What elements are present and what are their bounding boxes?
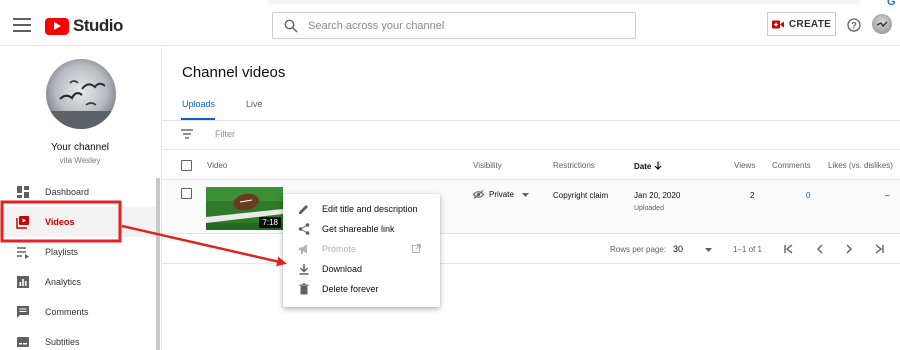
account-avatar[interactable] (872, 14, 892, 34)
comments-value[interactable]: 0 (806, 191, 810, 200)
menu-item-download[interactable]: Download (283, 259, 440, 279)
main-content: Channel videos Uploads Live Filter Video… (162, 47, 900, 350)
rows-per-page-label: Rows per page: (610, 245, 667, 254)
analytics-icon (17, 276, 29, 288)
page-title: Channel videos (182, 64, 286, 81)
select-all-checkbox[interactable] (181, 160, 192, 171)
avatar-bird-icon (876, 21, 888, 28)
filter-bar[interactable]: Filter (162, 121, 900, 150)
sidebar-item-label: Analytics (45, 277, 82, 287)
dashboard-icon (17, 186, 29, 198)
sort-down-arrow-icon (654, 161, 662, 170)
sidebar-item-playlists[interactable]: Playlists (0, 237, 156, 267)
previous-page-icon[interactable] (813, 242, 827, 256)
videos-icon (16, 216, 29, 229)
share-icon (298, 223, 310, 235)
sidebar-item-label: Playlists (45, 247, 79, 257)
video-duration: 7:18 (259, 217, 281, 228)
restrictions-value[interactable]: Copyright claim (553, 191, 608, 200)
filter-icon[interactable] (181, 129, 193, 139)
search-box[interactable] (272, 12, 636, 39)
pagination-bar: Rows per page: 30 1–1 of 1 (162, 234, 900, 264)
hamburger-menu-icon[interactable] (13, 18, 31, 32)
studio-logo[interactable]: Studio (45, 16, 123, 36)
sidebar-item-label: Comments (45, 307, 89, 317)
sidebar-item-label: Subtitles (45, 337, 80, 347)
channel-name: vita Wesley (59, 156, 101, 165)
column-date-label: Date (634, 162, 652, 171)
table-header: Video Visibility Restrictions Date Views… (162, 150, 900, 180)
sidebar-item-analytics[interactable]: Analytics (0, 267, 156, 297)
menu-item-label: Get shareable link (322, 224, 395, 234)
sidebar-item-label: Videos (45, 217, 75, 227)
subtitles-icon (17, 337, 29, 347)
channel-avatar-image (46, 59, 116, 129)
row-checkbox[interactable] (181, 188, 192, 199)
trash-icon (299, 283, 309, 295)
sidebar-item-dashboard[interactable]: Dashboard (0, 177, 156, 207)
playlists-icon (17, 247, 29, 259)
visibility-dropdown[interactable]: Private (473, 190, 529, 199)
menu-item-label: Download (322, 264, 363, 274)
external-link-icon (412, 244, 421, 253)
tab-live[interactable]: Live (246, 99, 263, 109)
youtube-play-icon (45, 17, 69, 35)
page-range: 1–1 of 1 (733, 245, 762, 254)
menu-item-get-link[interactable]: Get shareable link (283, 219, 440, 239)
column-comments[interactable]: Comments (772, 161, 811, 170)
views-value: 2 (750, 191, 755, 200)
visibility-value: Private (489, 190, 514, 199)
channel-avatar[interactable] (46, 59, 116, 129)
address-bar-edge (268, 0, 860, 4)
menu-item-edit-title[interactable]: Edit title and description (283, 199, 440, 219)
menu-item-promote[interactable]: Promote (283, 239, 440, 259)
search-icon (284, 19, 298, 32)
filter-input[interactable]: Filter (215, 129, 235, 139)
rows-per-page-select[interactable]: 30 (673, 244, 683, 254)
date-value: Jan 20, 2020 (634, 191, 681, 200)
eye-off-icon (473, 190, 484, 199)
table-row[interactable]: 7:18 Private Copyright claim Jan 20, 202… (162, 180, 900, 234)
sidebar-item-subtitles[interactable]: Subtitles (0, 327, 156, 350)
first-page-icon[interactable] (782, 242, 796, 256)
help-icon[interactable]: ? (847, 18, 861, 32)
video-camera-icon (771, 20, 784, 28)
next-page-icon[interactable] (842, 242, 856, 256)
pencil-icon (299, 205, 308, 214)
sidebar-item-label: Dashboard (45, 187, 90, 197)
menu-item-delete[interactable]: Delete forever (283, 279, 440, 299)
column-video: Video (207, 161, 228, 170)
megaphone-icon (299, 244, 307, 254)
svg-text:?: ? (851, 20, 857, 30)
chevron-down-icon[interactable] (705, 248, 712, 252)
sidebar-item-comments[interactable]: Comments (0, 297, 156, 327)
video-options-menu: Edit title and description Get shareable… (283, 194, 440, 307)
download-icon (299, 264, 309, 275)
sidebar-scrollbar[interactable] (156, 178, 160, 350)
column-likes[interactable]: Likes (vs. dislikes) (828, 161, 893, 170)
date-status: Uploaded (634, 205, 664, 212)
column-visibility[interactable]: Visibility (473, 161, 502, 170)
sidebar-item-videos[interactable]: Videos (0, 207, 156, 237)
top-header: Studio CREATE ? (0, 6, 900, 46)
last-page-icon[interactable] (872, 242, 886, 256)
chevron-down-icon (521, 192, 529, 197)
tab-uploads[interactable]: Uploads (182, 99, 215, 109)
column-restrictions[interactable]: Restrictions (553, 161, 595, 170)
search-input[interactable] (308, 19, 608, 32)
logo-text: Studio (73, 16, 123, 35)
create-button[interactable]: CREATE (767, 12, 836, 36)
video-thumbnail[interactable]: 7:18 (206, 187, 283, 230)
channel-title: Your channel (50, 142, 109, 153)
column-date[interactable]: Date (634, 161, 662, 171)
menu-item-label: Delete forever (322, 284, 379, 294)
create-label: CREATE (788, 18, 832, 30)
menu-item-label: Edit title and description (322, 204, 418, 214)
column-views[interactable]: Views (734, 161, 755, 170)
sidebar: Your channel vita Wesley Dashboard Video… (0, 47, 162, 350)
studio-window: G Studio CREATE ? (0, 0, 900, 350)
menu-item-label: Promote (322, 244, 357, 254)
likes-value: – (885, 191, 890, 200)
comments-icon (17, 306, 29, 318)
